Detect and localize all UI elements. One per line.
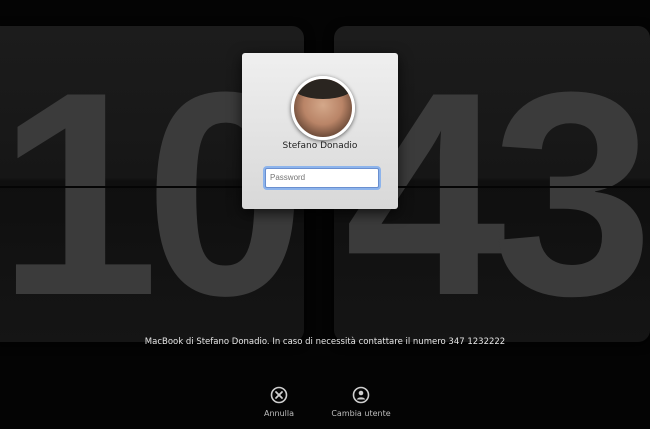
- switch-user-label: Cambia utente: [331, 409, 391, 418]
- login-panel: Stefano Donadio: [242, 53, 398, 209]
- owner-message: MacBook di Stefano Donadio. In caso di n…: [144, 337, 506, 347]
- cancel-label: Annulla: [263, 409, 295, 418]
- user-name: Stefano Donadio: [282, 141, 358, 151]
- avatar: [291, 76, 355, 140]
- password-field[interactable]: [265, 168, 379, 188]
- switch-user-button[interactable]: Cambia utente: [316, 386, 406, 418]
- person-circle-icon: [352, 386, 370, 404]
- x-circle-icon: [270, 386, 288, 404]
- cancel-button[interactable]: Annulla: [234, 386, 324, 418]
